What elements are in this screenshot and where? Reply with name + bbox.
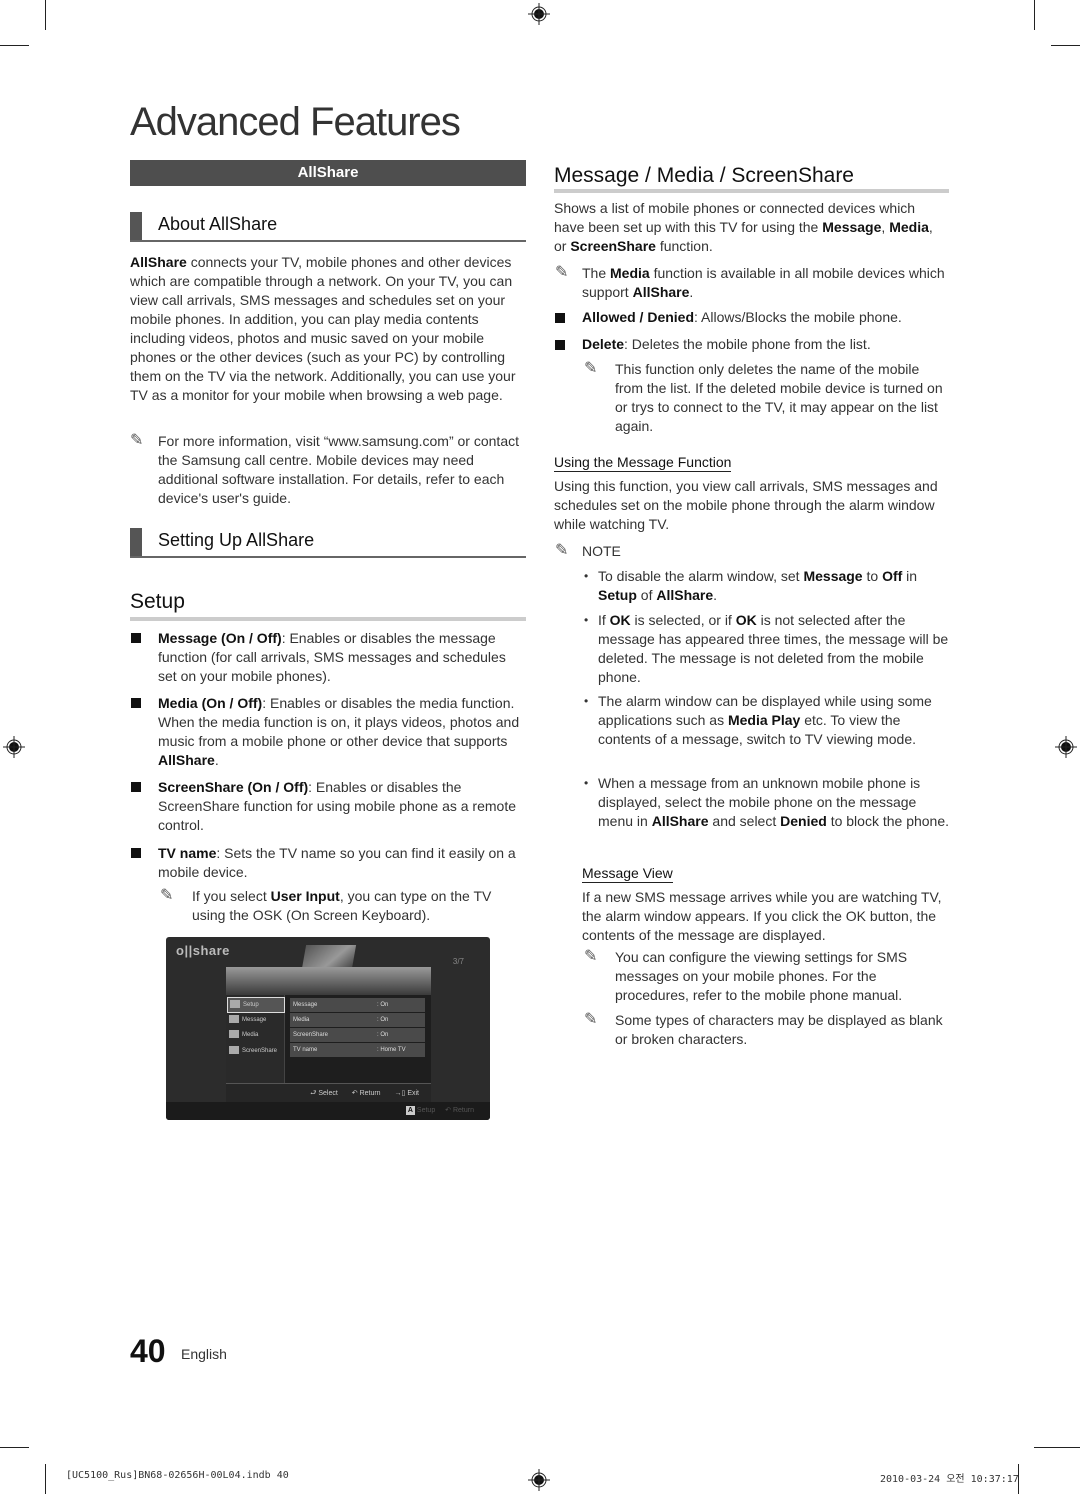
about-note: For more information, visit “www.samsung… — [158, 433, 519, 506]
note-item: The alarm window can be displayed while … — [598, 693, 932, 747]
screenshare-icon — [229, 1046, 239, 1055]
page-language: English — [181, 1346, 227, 1362]
heading-rule — [130, 617, 526, 621]
note-pencil-icon: ✎ — [555, 542, 569, 559]
bottom-return-hint: ↶ Return — [445, 1107, 474, 1114]
registration-mark-icon — [3, 736, 25, 758]
tv-sidebar-item-media[interactable]: Media — [227, 1028, 283, 1042]
crop-mark — [1034, 0, 1035, 30]
page-indicator: 3/7 — [452, 957, 464, 966]
setup-heading: Setup — [130, 590, 185, 613]
note-item: If OK is selected, or if OK is not selec… — [598, 612, 949, 685]
select-hint: ⮐ Select — [310, 1090, 338, 1097]
message-view-heading: Message View — [582, 865, 673, 883]
setup-item-message: Message (On / Off): Enables or disables … — [158, 630, 506, 684]
registration-mark-icon — [528, 1469, 550, 1491]
note-item: To disable the alarm window, set Message… — [598, 568, 918, 603]
bullet-dot-icon: • — [584, 569, 589, 583]
allshare-logo: o||share — [176, 943, 230, 958]
about-heading-text: About AllShare — [158, 214, 278, 234]
message-view-body: If a new SMS message arrives while you a… — [582, 889, 942, 943]
tv-settings-list: Message: On Media: On ScreenShare: On TV… — [290, 998, 425, 1058]
bullet-icon — [131, 633, 141, 643]
right-intro: Shows a list of mobile phones or connect… — [554, 200, 933, 254]
media-note: The Media function is available in all m… — [582, 265, 945, 300]
using-message-heading: Using the Message Function — [554, 454, 732, 472]
view-note: You can configure the viewing settings f… — [615, 949, 908, 1003]
bullet-icon — [131, 698, 141, 708]
note-pencil-icon: ✎ — [555, 264, 569, 281]
page-title: Advanced Features — [130, 100, 461, 144]
section-bar: AllShare — [130, 160, 526, 186]
print-file-name: [UC5100_Rus]BN68-02656H-00L04.indb 40 — [66, 1470, 289, 1481]
tv-setting-row[interactable]: Message: On — [290, 998, 425, 1012]
registration-mark-icon — [528, 3, 550, 25]
crop-mark — [1051, 45, 1080, 46]
decorative-graphic — [301, 945, 357, 969]
setup-panel: Setup Message Media ScreenShare Message:… — [226, 967, 431, 1103]
message-media-screenshare-heading: Message / Media / ScreenShare — [554, 164, 854, 187]
heading-rule — [554, 189, 949, 193]
crop-mark — [1034, 1447, 1080, 1448]
setting-up-heading: Setting Up AllShare — [130, 528, 526, 558]
exit-hint: →▯ Exit — [394, 1090, 419, 1097]
gear-icon — [230, 1000, 240, 1009]
note-pencil-icon: ✎ — [160, 887, 174, 904]
crop-mark — [0, 1447, 29, 1448]
registration-mark-icon — [1055, 736, 1077, 758]
using-message-body: Using this function, you view call arriv… — [554, 478, 938, 532]
setting-up-heading-text: Setting Up AllShare — [158, 530, 315, 550]
tv-setting-row[interactable]: ScreenShare: On — [290, 1028, 425, 1042]
return-hint: ↶ Return — [351, 1090, 381, 1097]
note-pencil-icon: ✎ — [584, 948, 598, 965]
tv-sidebar-item-setup[interactable]: Setup — [227, 997, 285, 1013]
tv-sidebar-item-screenshare[interactable]: ScreenShare — [227, 1044, 283, 1058]
print-timestamp: 2010-03-24 오전 10:37:17 — [880, 1474, 1019, 1485]
bullet-dot-icon: • — [584, 694, 589, 708]
about-heading: About AllShare — [130, 212, 526, 242]
setup-item-tvname: TV name: Sets the TV name so you can fin… — [158, 845, 516, 880]
bullet-icon — [131, 848, 141, 858]
panel-footer: ⮐ Select ↶ Return →▯ Exit — [226, 1083, 431, 1103]
about-body: AllShare connects your TV, mobile phones… — [130, 254, 516, 403]
bottom-setup-hint: Setup — [416, 1107, 436, 1114]
tv-bottom-bar: A Setup ↶ Return — [166, 1102, 490, 1120]
note-pencil-icon: ✎ — [584, 1011, 598, 1028]
tvname-note: If you select User Input, you can type o… — [192, 888, 492, 923]
setup-item-screenshare: ScreenShare (On / Off): Enables or disab… — [158, 779, 516, 833]
heading-marker — [130, 212, 142, 240]
bullet-icon — [555, 340, 565, 350]
view-note: Some types of characters may be displaye… — [615, 1012, 943, 1047]
crop-mark — [0, 45, 29, 46]
note-pencil-icon: ✎ — [584, 360, 598, 377]
tv-setting-row[interactable]: TV name: Home TV — [290, 1043, 425, 1057]
panel-header — [226, 967, 431, 995]
note-label: NOTE — [582, 543, 621, 559]
note-pencil-icon: ✎ — [130, 432, 144, 449]
bullet-dot-icon: • — [584, 613, 589, 627]
tv-sidebar: Setup Message Media ScreenShare — [226, 995, 285, 1083]
bullet-dot-icon: • — [584, 776, 589, 790]
media-icon — [229, 1030, 239, 1039]
a-key-icon: A — [405, 1106, 415, 1115]
tv-sidebar-item-message[interactable]: Message — [227, 1013, 283, 1027]
setup-item-media: Media (On / Off): Enables or disables th… — [158, 695, 520, 768]
envelope-icon — [229, 1015, 239, 1024]
delete-note: This function only deletes the name of t… — [615, 361, 943, 434]
delete-item: Delete: Deletes the mobile phone from th… — [582, 336, 871, 352]
note-item: When a message from an unknown mobile ph… — [598, 775, 950, 829]
page-number: 40 — [130, 1333, 166, 1369]
allowed-denied-item: Allowed / Denied: Allows/Blocks the mobi… — [582, 309, 902, 325]
crop-mark — [45, 1464, 46, 1494]
heading-marker — [130, 528, 142, 556]
bullet-icon — [131, 782, 141, 792]
allshare-tv-screenshot: o||share 3/7 Setup Message Media ScreenS… — [166, 937, 490, 1120]
bullet-icon — [555, 313, 565, 323]
crop-mark — [45, 0, 46, 30]
tv-setting-row[interactable]: Media: On — [290, 1013, 425, 1027]
